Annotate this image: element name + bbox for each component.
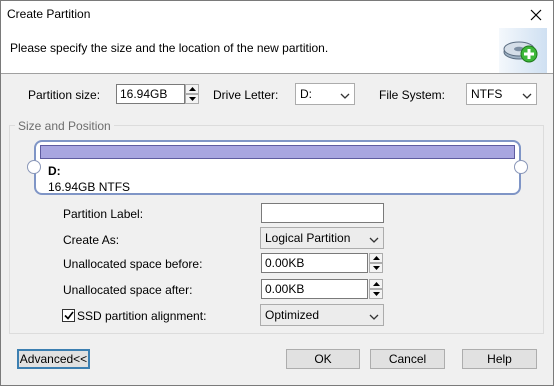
- partition-label-input[interactable]: [261, 203, 384, 223]
- chevron-down-icon: [369, 310, 379, 324]
- unalloc-before-spinner[interactable]: [369, 253, 383, 273]
- help-button[interactable]: Help: [462, 349, 537, 369]
- partition-label-label: Partition Label:: [63, 207, 144, 221]
- checkmark-icon: [63, 311, 74, 320]
- spin-up-icon[interactable]: [185, 84, 199, 94]
- file-system-label: File System:: [379, 88, 446, 102]
- disk-name: D:: [48, 164, 61, 178]
- create-as-value: Logical Partition: [265, 231, 351, 245]
- create-as-label: Create As:: [63, 233, 120, 247]
- partition-size-label: Partition size:: [28, 88, 101, 102]
- spin-down-icon[interactable]: [369, 289, 383, 299]
- spin-up-icon[interactable]: [369, 279, 383, 289]
- create-partition-dialog: Create Partition Please specify the size…: [0, 0, 554, 386]
- instruction-text: Please specify the size and the location…: [10, 41, 329, 55]
- spin-up-icon[interactable]: [369, 253, 383, 263]
- drive-letter-label: Drive Letter:: [213, 88, 279, 102]
- ssd-alignment-value: Optimized: [265, 308, 320, 322]
- spin-down-icon[interactable]: [369, 263, 383, 273]
- ssd-alignment-select[interactable]: Optimized: [260, 304, 384, 326]
- partition-size-spinner[interactable]: [185, 84, 199, 104]
- drive-letter-value: D:: [300, 87, 312, 101]
- create-as-select[interactable]: Logical Partition: [260, 227, 384, 249]
- unalloc-before-input[interactable]: 0.00KB: [261, 253, 368, 273]
- add-partition-icon: [503, 41, 538, 63]
- window-title: Create Partition: [7, 7, 91, 21]
- title-bar: Create Partition: [1, 1, 553, 28]
- chevron-down-icon: [340, 89, 350, 103]
- file-system-select[interactable]: NTFS: [466, 83, 537, 105]
- advanced-button[interactable]: Advanced<<: [17, 349, 90, 369]
- header-banner: [499, 28, 547, 73]
- spin-down-icon[interactable]: [185, 94, 199, 104]
- ssd-alignment-label[interactable]: SSD partition alignment:: [77, 309, 206, 323]
- right-resize-handle[interactable]: [514, 160, 528, 174]
- chevron-down-icon: [522, 89, 532, 103]
- ok-button[interactable]: OK: [286, 349, 360, 369]
- unalloc-before-label: Unallocated space before:: [63, 257, 203, 271]
- left-resize-handle[interactable]: [27, 160, 41, 174]
- file-system-value: NTFS: [471, 87, 503, 101]
- partition-size-input[interactable]: 16.94GB: [116, 84, 185, 104]
- cancel-button[interactable]: Cancel: [370, 349, 445, 369]
- disk-info: 16.94GB NTFS: [48, 180, 131, 194]
- drive-letter-select[interactable]: D:: [295, 83, 355, 105]
- chevron-down-icon: [369, 233, 379, 247]
- unalloc-after-input[interactable]: 0.00KB: [261, 279, 368, 299]
- unalloc-after-spinner[interactable]: [369, 279, 383, 299]
- ssd-alignment-checkbox[interactable]: [62, 309, 75, 322]
- dialog-header: Please specify the size and the location…: [1, 28, 553, 74]
- group-title: Size and Position: [15, 119, 114, 133]
- partition-map[interactable]: D: 16.94GB NTFS: [34, 140, 521, 195]
- close-icon[interactable]: [519, 1, 553, 28]
- unalloc-after-label: Unallocated space after:: [63, 283, 193, 297]
- partition-bar[interactable]: [40, 145, 515, 159]
